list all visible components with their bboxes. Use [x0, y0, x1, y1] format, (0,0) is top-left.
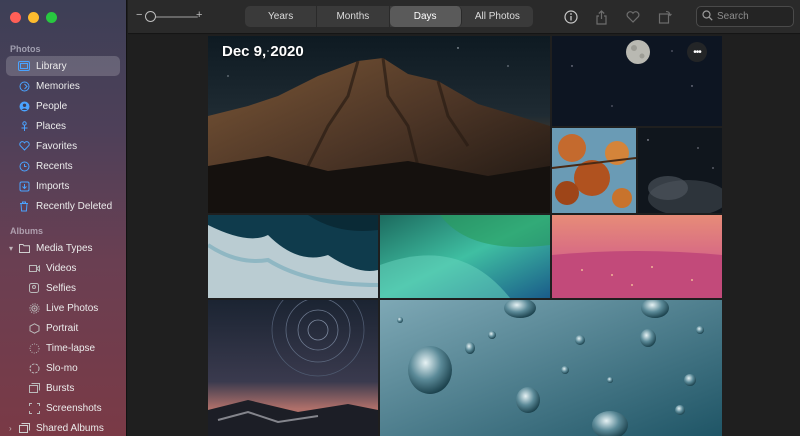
sidebar-item-people[interactable]: People	[6, 96, 120, 116]
mountain-photo-image	[208, 36, 550, 213]
sidebar-item-label: Recently Deleted	[36, 200, 113, 212]
trash-icon	[18, 200, 30, 212]
sidebar-item-label: Media Types	[36, 242, 93, 254]
sidebar-item-bursts[interactable]: Bursts	[6, 378, 120, 398]
tab-months[interactable]: Months	[317, 6, 390, 27]
sidebar-item-label: Live Photos	[46, 302, 99, 314]
sidebar-item-places[interactable]: Places	[6, 116, 120, 136]
view-segmented-control: Years Months Days All Photos	[245, 6, 533, 27]
zoom-button[interactable]	[46, 12, 57, 23]
minimize-button[interactable]	[28, 12, 39, 23]
shared-albums-icon	[18, 422, 30, 434]
sidebar-item-label: Imports	[36, 180, 70, 192]
sidebar-item-videos[interactable]: Videos	[6, 258, 120, 278]
tab-days[interactable]: Days	[389, 6, 462, 27]
teal-photo-image	[380, 215, 550, 298]
photo-star-trails[interactable]	[208, 300, 378, 436]
selfie-icon	[28, 282, 40, 294]
sidebar-item-selfies[interactable]: Selfies	[6, 278, 120, 298]
photo-grid: Dec 9, 2020 •••	[128, 35, 800, 436]
sidebar-item-shared-albums[interactable]: › Shared Albums	[6, 418, 120, 436]
zoom-in-icon[interactable]: +	[196, 9, 202, 21]
close-button[interactable]	[10, 12, 21, 23]
sidebar-item-imports[interactable]: Imports	[6, 176, 120, 196]
people-icon	[18, 100, 30, 112]
screenshot-icon	[28, 402, 40, 414]
date-title: Dec 9, 2020	[222, 43, 304, 60]
share-icon[interactable]	[592, 8, 610, 26]
photo-autumn-leaves[interactable]	[552, 128, 636, 213]
timelapse-icon	[28, 342, 40, 354]
zoom-slider-knob[interactable]	[145, 11, 156, 22]
sidebar-item-memories[interactable]: Memories	[6, 76, 120, 96]
search-field[interactable]	[696, 6, 794, 27]
star-trails-photo-image	[208, 300, 378, 436]
sidebar-item-label: People	[36, 100, 68, 112]
sunset-photo-image	[552, 215, 722, 298]
photo-ocean-waves[interactable]	[208, 215, 378, 298]
photo-dark-clouds[interactable]	[638, 128, 722, 213]
water-drops-photo-image	[380, 300, 722, 436]
sidebar-item-label: Portrait	[46, 322, 79, 334]
waves-photo-image	[208, 215, 378, 298]
photo-teal-abstract[interactable]	[380, 215, 550, 298]
sidebar-item-label: Places	[36, 120, 67, 132]
sidebar-item-label: Library	[36, 60, 67, 72]
sidebar-item-recently-deleted[interactable]: Recently Deleted	[6, 196, 120, 216]
imports-icon	[18, 180, 30, 192]
chevron-down-icon[interactable]: ▾	[9, 244, 13, 253]
folder-icon	[18, 242, 30, 254]
sidebar: Photos Library Memories People Places Fa…	[0, 0, 127, 436]
heart-icon	[18, 140, 30, 152]
library-icon	[18, 60, 30, 72]
search-input[interactable]	[717, 11, 787, 22]
sidebar-item-label: Videos	[46, 262, 77, 274]
tab-all-photos[interactable]: All Photos	[462, 6, 533, 27]
portrait-icon	[28, 322, 40, 334]
clouds-photo-image	[638, 128, 722, 213]
sidebar-item-recents[interactable]: Recents	[6, 156, 120, 176]
rotate-icon[interactable]	[656, 8, 674, 26]
video-icon	[28, 262, 40, 274]
slomo-icon	[28, 362, 40, 374]
sidebar-item-time-lapse[interactable]: Time-lapse	[6, 338, 120, 358]
photo-water-drops[interactable]	[380, 300, 722, 436]
section-label-albums: Albums	[10, 226, 44, 236]
memories-icon	[18, 80, 30, 92]
sidebar-item-label: Time-lapse	[46, 342, 96, 354]
leaves-photo-image	[552, 128, 636, 213]
sidebar-item-media-types[interactable]: ▾ Media Types	[6, 238, 120, 258]
tab-years[interactable]: Years	[245, 6, 318, 27]
sidebar-item-label: Bursts	[46, 382, 75, 394]
sidebar-item-slo-mo[interactable]: Slo-mo	[6, 358, 120, 378]
bursts-icon	[28, 382, 40, 394]
sidebar-item-label: Favorites	[36, 140, 78, 152]
zoom-out-icon[interactable]: −	[136, 9, 142, 21]
sidebar-item-label: Shared Albums	[36, 422, 104, 434]
sidebar-item-label: Selfies	[46, 282, 77, 294]
sidebar-item-label: Screenshots	[46, 402, 102, 414]
sidebar-item-favorites[interactable]: Favorites	[6, 136, 120, 156]
info-icon[interactable]	[562, 8, 580, 26]
places-icon	[18, 120, 30, 132]
window-controls	[10, 12, 57, 23]
sidebar-item-portrait[interactable]: Portrait	[6, 318, 120, 338]
chevron-right-icon[interactable]: ›	[9, 424, 12, 433]
sidebar-item-library[interactable]: Library	[6, 56, 120, 76]
toolbar: − + Years Months Days All Photos	[128, 0, 800, 34]
section-label-photos: Photos	[10, 44, 41, 54]
live-photo-icon	[28, 302, 40, 314]
sidebar-item-label: Recents	[36, 160, 73, 172]
photo-pink-sunset[interactable]	[552, 215, 722, 298]
clock-icon	[18, 160, 30, 172]
more-options-button[interactable]: •••	[687, 42, 707, 62]
sidebar-item-screenshots[interactable]: Screenshots	[6, 398, 120, 418]
favorite-heart-icon[interactable]	[624, 8, 642, 26]
search-icon	[702, 8, 713, 26]
sidebar-item-label: Memories	[36, 80, 80, 92]
photo-mountain[interactable]	[208, 36, 550, 213]
sidebar-item-live-photos[interactable]: Live Photos	[6, 298, 120, 318]
sidebar-item-label: Slo-mo	[46, 362, 78, 374]
